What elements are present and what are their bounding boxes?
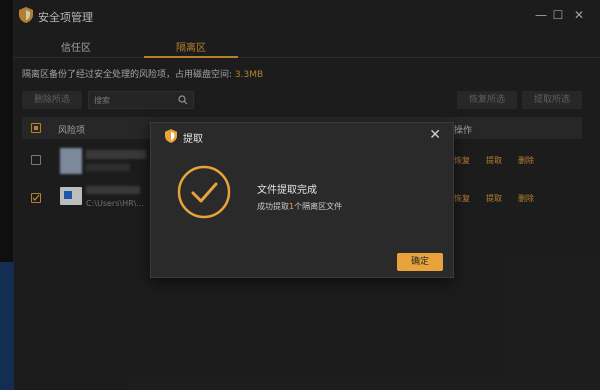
shield-icon [165, 129, 177, 143]
message-suffix: 个隔离区文件 [294, 202, 343, 211]
close-icon[interactable]: ✕ [429, 127, 441, 143]
confirm-button[interactable]: 确定 [397, 253, 443, 271]
extract-dialog: 提取 ✕ 文件提取完成 成功提取1个隔离区文件 确定 [150, 122, 454, 278]
extract-detail-message: 成功提取1个隔离区文件 [257, 201, 342, 212]
dialog-title: 提取 [183, 134, 203, 145]
message-prefix: 成功提取 [257, 202, 289, 211]
checkmark-circle-icon [177, 165, 231, 219]
extract-complete-message: 文件提取完成 [257, 185, 317, 196]
